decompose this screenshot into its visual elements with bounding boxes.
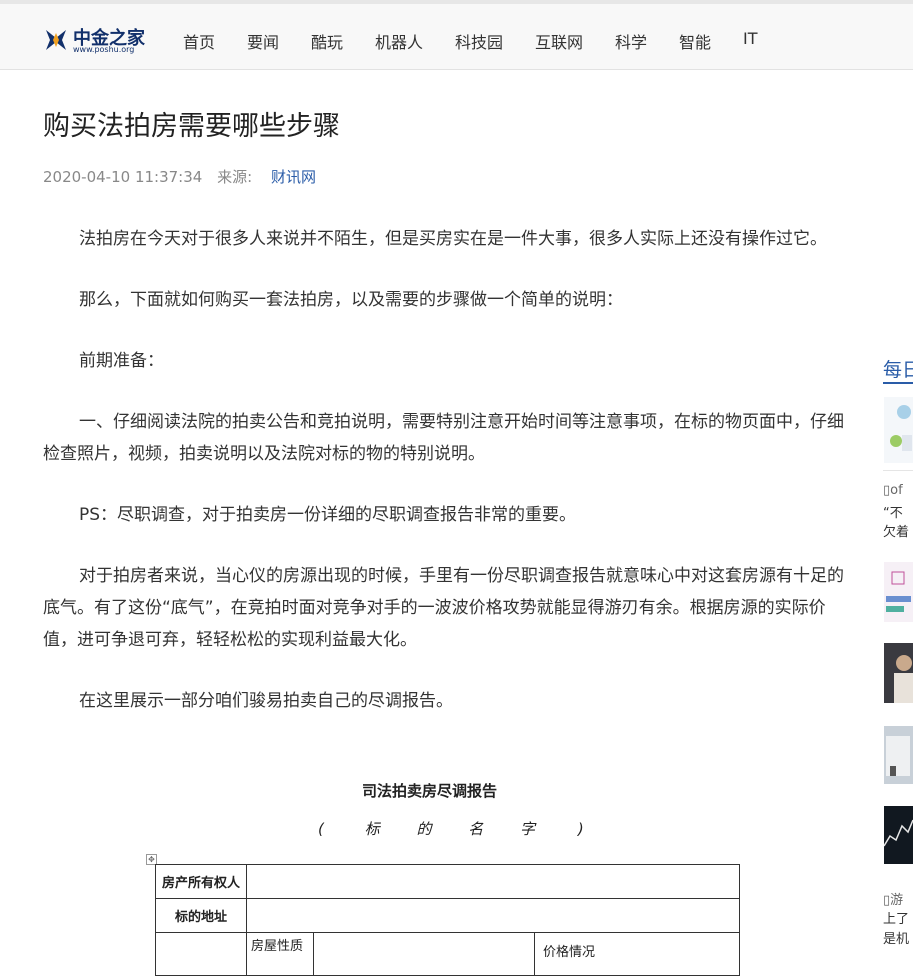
price-label: 价格情况 (534, 932, 740, 976)
address-value (246, 898, 740, 933)
table-cell (155, 932, 247, 976)
report-title: 司法拍卖房尽调报告 (362, 782, 498, 800)
sidebar-title: 每日 (883, 359, 913, 381)
sidebar-thumbnail[interactable] (884, 726, 913, 784)
article-paragraph: 一、仔细阅读法院的拍卖公告和竞拍说明，需要特别注意开始时间等注意事项，在标的物页… (43, 412, 844, 464)
subtitle-char: 标 (364, 820, 380, 838)
article-datetime: 2020-04-10 11:37:34 (43, 168, 203, 186)
table-row: 房产所有权人 (155, 864, 740, 899)
nav-item-smart[interactable]: 智能 (679, 29, 711, 53)
nav-item-techpark[interactable]: 科技园 (455, 29, 503, 53)
sidebar-item-text[interactable]: 是机 (883, 928, 909, 947)
article-paragraph: 对于拍房者来说，当心仪的房源出现的时候，手里有一份尽职调查报告就意味心中对这套房… (43, 566, 844, 650)
article-meta: 2020-04-10 11:37:34 来源: 财讯网 (43, 166, 316, 187)
site-logo[interactable]: 中金之家 www.poshu.org (43, 25, 155, 57)
logo-mark-icon (46, 30, 66, 50)
nav-item-robot[interactable]: 机器人 (375, 29, 423, 53)
article-paragraph: PS：尽职调查，对于拍卖房一份详细的尽职调查报告非常的重要。 (79, 505, 577, 525)
site-header: 中金之家 www.poshu.org 首页 要闻 酷玩 机器人 科技园 互联网 … (0, 0, 913, 70)
subtitle-char: 字 (520, 820, 536, 838)
table-row: 标的地址 (155, 898, 740, 933)
logo-url: www.poshu.org (73, 45, 135, 54)
nature-label: 房屋性质 (246, 932, 314, 976)
broken-image-icon: ▯游 (883, 893, 904, 908)
source-link[interactable]: 财讯网 (271, 168, 316, 186)
report-table: 房产所有权人 标的地址 房屋性质 价格情况 (155, 864, 740, 976)
sidebar-divider (883, 470, 913, 471)
owner-label: 房产所有权人 (155, 864, 247, 899)
broken-image-icon: ▯of (883, 483, 903, 498)
sidebar-item-text[interactable]: 上了 (883, 908, 909, 927)
sidebar-item-text[interactable]: “不 (883, 502, 903, 521)
article-paragraph: 前期准备： (79, 351, 164, 371)
report-subtitle: ( 标 的 名 字 ) (318, 818, 584, 839)
sidebar-thumbnail[interactable] (884, 397, 913, 463)
address-label: 标的地址 (155, 898, 247, 933)
sidebar-thumbnail[interactable] (884, 562, 913, 622)
nav-item-cool[interactable]: 酷玩 (311, 29, 343, 53)
subtitle-char: 的 (416, 820, 432, 838)
nav-item-science[interactable]: 科学 (615, 29, 647, 53)
subtitle-paren-open: ( (318, 820, 324, 838)
nature-value (313, 932, 535, 976)
subtitle-char: 名 (468, 820, 484, 838)
sidebar-thumbnail[interactable] (884, 643, 913, 703)
sidebar-image-alt: of (890, 483, 903, 498)
sidebar-image-alt: 游 (890, 893, 904, 908)
nav-item-internet[interactable]: 互联网 (535, 29, 583, 53)
nav-item-news[interactable]: 要闻 (247, 29, 279, 53)
article-body: 法拍房在今天对于很多人来说并不陌生，但是买房实在是一件大事，很多人实际上还没有操… (43, 223, 849, 746)
sidebar-item-text[interactable]: 欠着 (883, 521, 909, 540)
article-paragraph: 在这里展示一部分咱们骏易拍卖自己的尽调报告。 (79, 691, 453, 711)
subtitle-paren-close: ) (577, 820, 584, 838)
source-label: 来源: (217, 168, 253, 186)
owner-value (246, 864, 740, 899)
sidebar-title-underline (883, 382, 913, 384)
nav-item-it[interactable]: IT (743, 29, 758, 48)
article-paragraph: 法拍房在今天对于很多人来说并不陌生，但是买房实在是一件大事，很多人实际上还没有操… (79, 229, 827, 249)
nav-item-home[interactable]: 首页 (183, 29, 215, 53)
table-row: 房屋性质 价格情况 (155, 932, 740, 976)
article-paragraph: 那么，下面就如何购买一套法拍房，以及需要的步骤做一个简单的说明： (79, 290, 623, 310)
sidebar-thumbnail[interactable] (884, 806, 913, 864)
article-title: 购买法拍房需要哪些步骤 (43, 111, 340, 142)
